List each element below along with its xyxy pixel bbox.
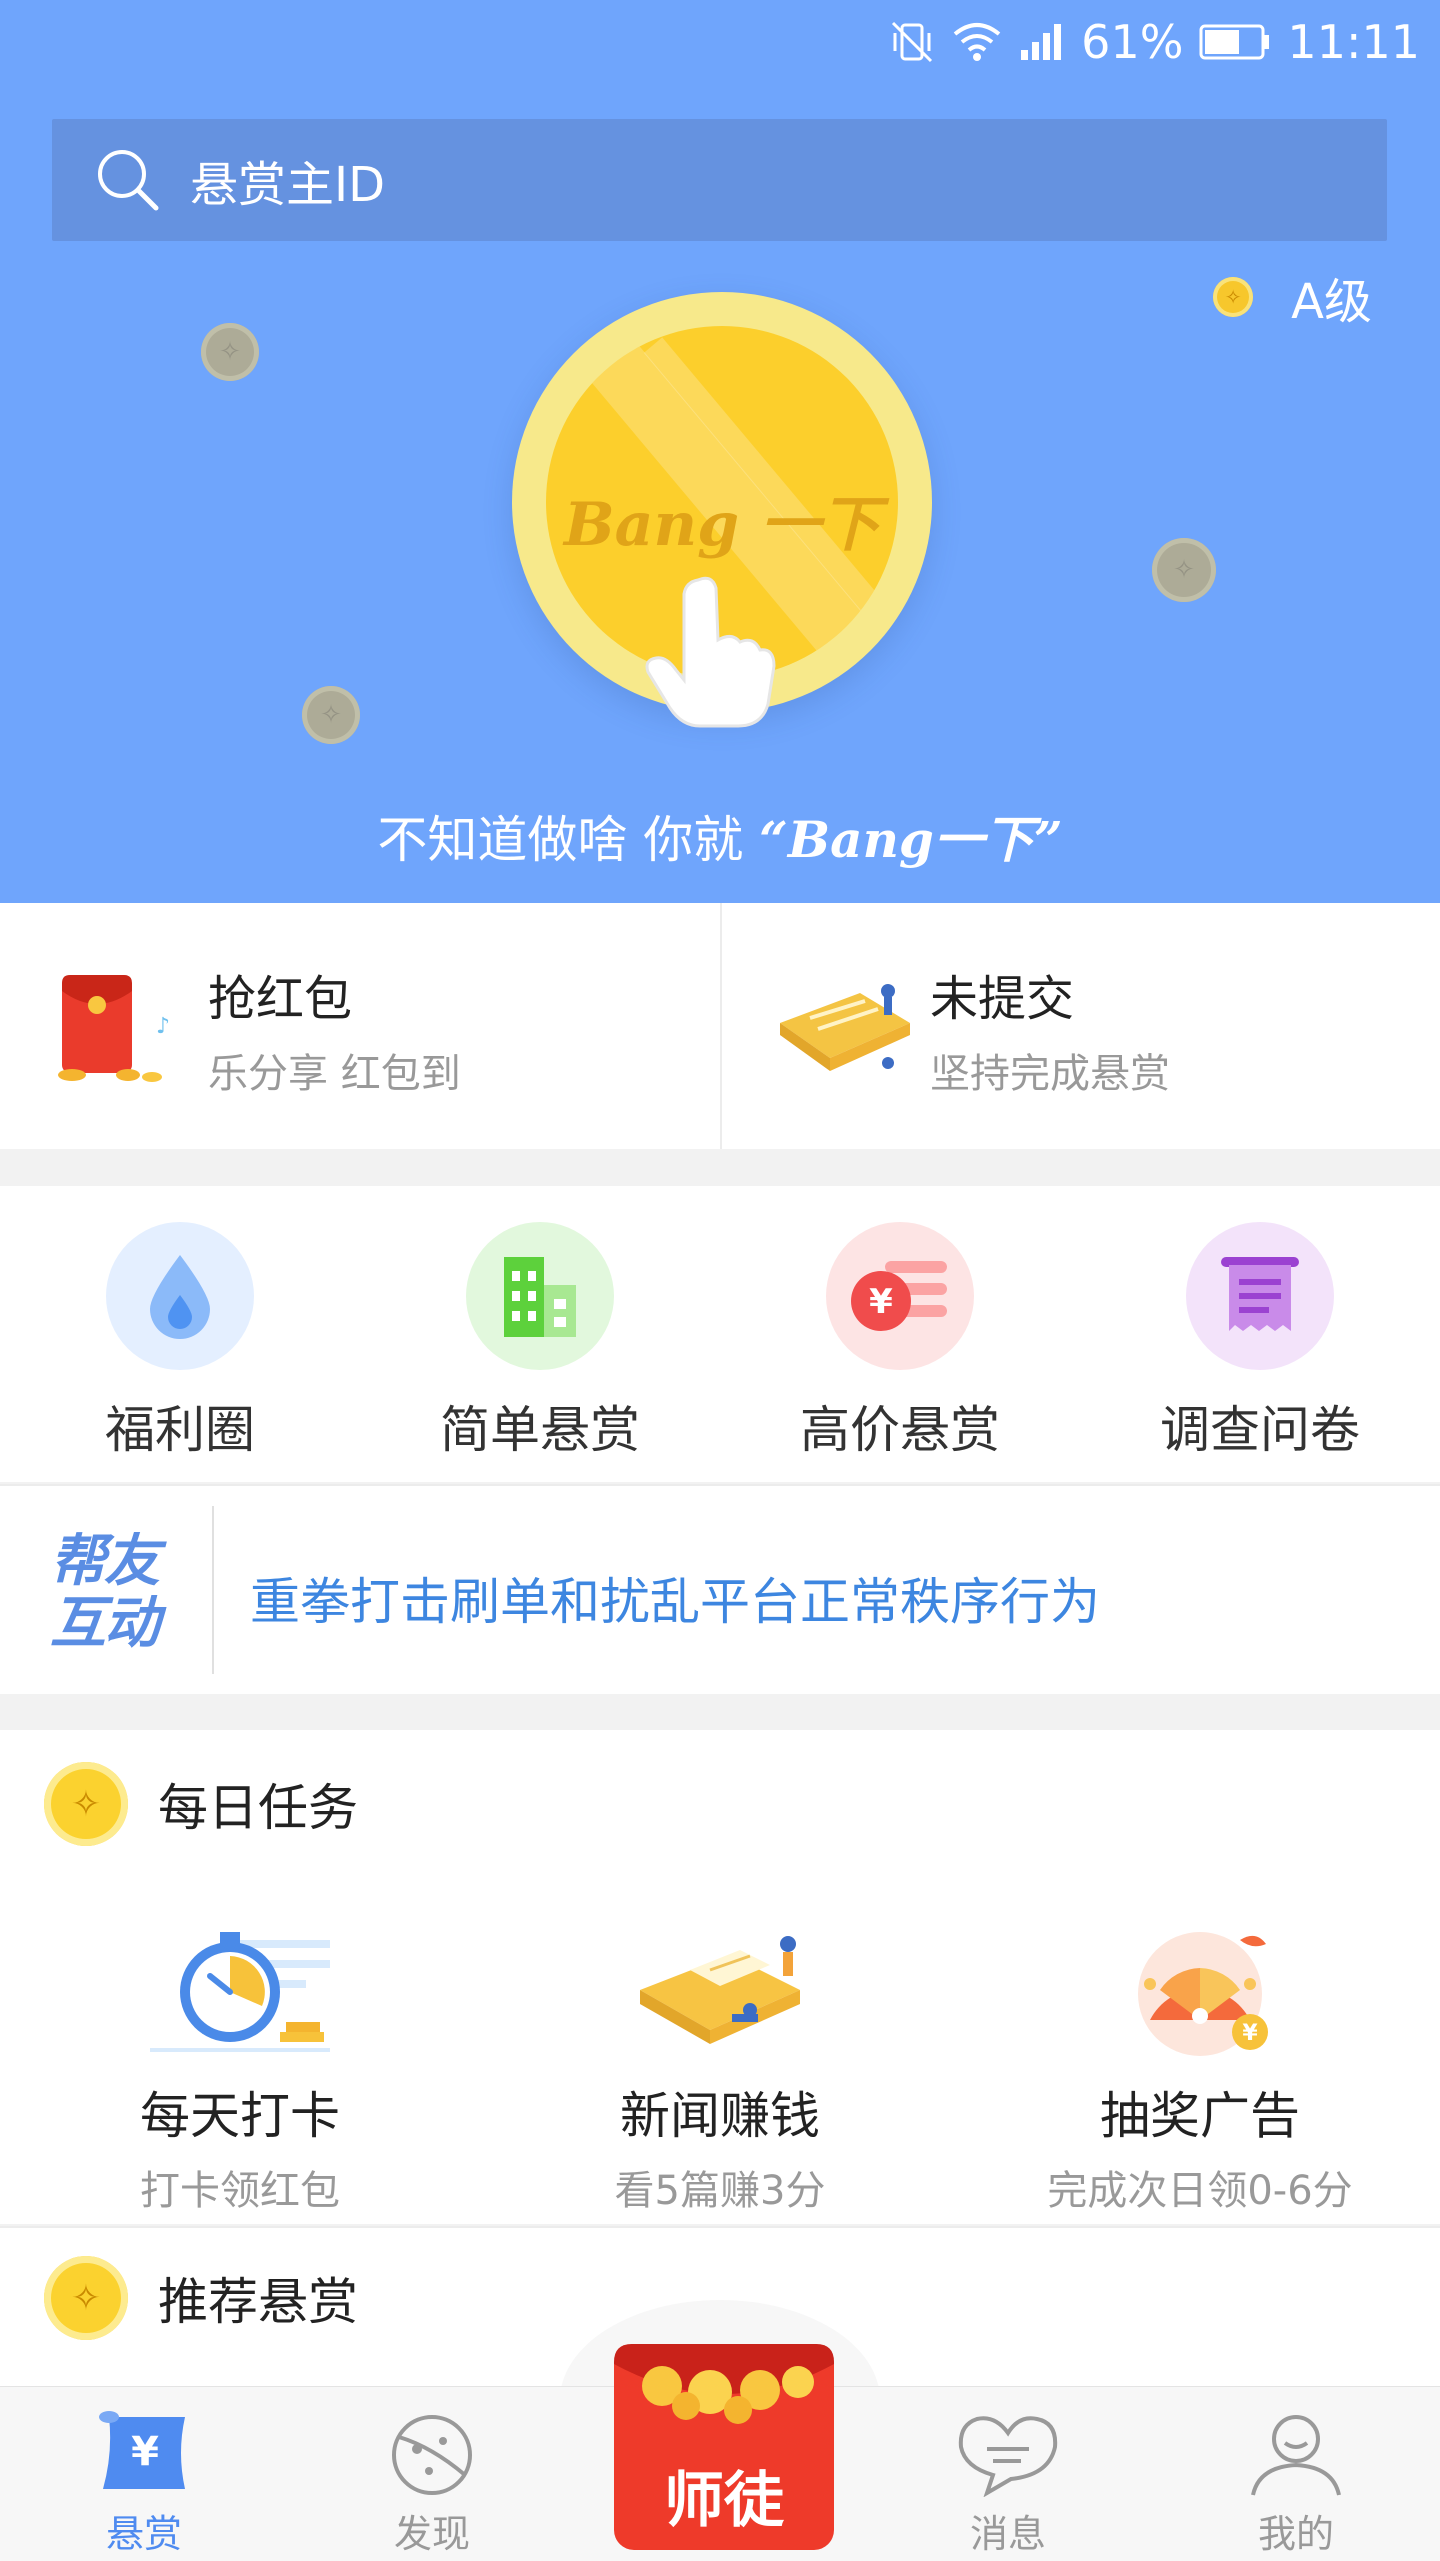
water-drop-icon <box>106 1222 254 1370</box>
announcement-text[interactable]: 重拳打击刷单和扰乱平台正常秩序行为 <box>250 1562 1100 1634</box>
unsubmitted-card[interactable]: 未提交 坚持完成悬赏 <box>722 903 1440 1149</box>
task-subtitle: 打卡领红包 <box>140 2168 340 2214</box>
buildings-icon <box>466 1222 614 1370</box>
task-checkin[interactable]: 每天打卡 打卡领红包 <box>40 1910 440 2216</box>
coin-icon: ✧ <box>44 2256 128 2340</box>
section-title: 推荐悬赏 <box>158 2273 358 2331</box>
daily-tasks-section: ✧ 每日任务 每天打卡 打卡领红包 新闻赚钱 看5篇赚3分 ¥ 抽奖广告 完成次… <box>0 1730 1440 2224</box>
task-title: 每天打卡 <box>140 2087 340 2145</box>
battery-icon <box>1199 24 1270 60</box>
category-simple[interactable]: 简单悬赏 <box>420 1222 660 1462</box>
section-header: ✧ 推荐悬赏 <box>44 2256 358 2340</box>
section-title: 每日任务 <box>158 1779 358 1837</box>
card-title: 抢红包 <box>208 971 353 1027</box>
slogan-text: 不知道做啥 你就 <box>377 811 744 869</box>
svg-text:¥: ¥ <box>131 2429 159 2475</box>
category-grid: 福利圈 简单悬赏 ¥ 高价悬赏 调查问卷 <box>0 1186 1440 1482</box>
category-label: 调查问卷 <box>1160 1401 1360 1459</box>
svg-text:¥: ¥ <box>869 1282 893 1322</box>
quick-cards: ♪ 抢红包 乐分享 红包到 未提交 坚持完成悬赏 <box>0 903 1440 1149</box>
svg-text:¥: ¥ <box>1242 2021 1258 2046</box>
coin-icon <box>1213 277 1254 317</box>
nav-label: 发现 <box>393 2512 470 2556</box>
coin-label: Bang 一下 <box>563 490 881 560</box>
yen-coin-icon: ¥ <box>826 1222 974 1370</box>
divider <box>212 1506 214 1674</box>
level-indicator[interactable]: A级 <box>1213 262 1372 332</box>
planet-icon <box>392 2415 472 2495</box>
announcement-bar[interactable]: 帮友 互动 重拳打击刷单和扰乱平台正常秩序行为 <box>0 1484 1440 1694</box>
status-bar: 61% 11:11 <box>889 14 1420 70</box>
nav-mentor[interactable]: 师徒 <box>612 2334 836 2550</box>
nav-label: 消息 <box>969 2512 1046 2556</box>
floating-coin-icon: ✧ <box>1152 538 1216 602</box>
task-lottery[interactable]: ¥ 抽奖广告 完成次日领0-6分 <box>1000 1910 1400 2216</box>
search-input[interactable]: 悬赏主ID <box>190 145 385 215</box>
category-label: 福利圈 <box>105 1401 255 1459</box>
lottery-wheel-icon: ¥ <box>1138 1932 1268 2056</box>
task-title: 抽奖广告 <box>1100 2087 1300 2145</box>
card-subtitle: 坚持完成悬赏 <box>930 1051 1170 1097</box>
category-high-price[interactable]: ¥ 高价悬赏 <box>780 1222 1020 1462</box>
vibrate-icon <box>892 21 933 63</box>
bangyou-logo: 帮友 互动 <box>50 1529 160 1656</box>
clock: 11:11 <box>1287 15 1420 69</box>
red-packet-icon: ♪ <box>58 975 170 1082</box>
search-bar[interactable]: 悬赏主ID <box>52 119 1387 241</box>
bounty-scroll-icon: ¥ <box>99 2411 185 2489</box>
pointing-hand-icon <box>645 576 776 728</box>
task-subtitle: 完成次日领0-6分 <box>1047 2168 1353 2214</box>
category-welfare[interactable]: 福利圈 <box>60 1222 300 1462</box>
task-title: 新闻赚钱 <box>620 2087 820 2145</box>
card-subtitle: 乐分享 红包到 <box>208 1051 461 1097</box>
nav-bounty[interactable]: ¥ 悬赏 <box>44 2409 244 2558</box>
nav-label: 悬赏 <box>105 2512 182 2556</box>
red-packet-card[interactable]: ♪ 抢红包 乐分享 红包到 <box>0 903 720 1149</box>
svg-text:♪: ♪ <box>156 1014 170 1039</box>
hero-slogan: 不知道做啥 你就 “Bang一下” <box>0 800 1440 872</box>
person-icon <box>1251 2415 1341 2496</box>
wifi-icon <box>953 23 1001 61</box>
task-paper-icon <box>780 984 910 1071</box>
newspaper-icon <box>640 1936 800 2044</box>
signal-icon <box>1021 24 1062 60</box>
category-label: 简单悬赏 <box>440 1401 640 1459</box>
nav-label: 我的 <box>1257 2512 1334 2556</box>
nav-mine[interactable]: 我的 <box>1196 2409 1396 2558</box>
nav-label: 师徒 <box>664 2466 784 2536</box>
floating-coin-icon: ✧ <box>201 323 259 381</box>
level-label: A级 <box>1291 274 1372 330</box>
coin-icon: ✧ <box>44 1762 128 1846</box>
chat-heart-icon <box>958 2416 1058 2498</box>
scroll-icon <box>1186 1222 1334 1370</box>
stopwatch-icon <box>150 1932 330 2052</box>
nav-discover[interactable]: 发现 <box>332 2409 532 2558</box>
floating-coin-icon: ✧ <box>302 686 360 744</box>
card-title: 未提交 <box>930 971 1075 1027</box>
nav-messages[interactable]: 消息 <box>908 2409 1108 2558</box>
task-news[interactable]: 新闻赚钱 看5篇赚3分 <box>520 1910 920 2216</box>
slogan-brand: “Bang一下” <box>759 810 1063 869</box>
section-header: ✧ 每日任务 <box>44 1762 358 1846</box>
hero-banner: 61% 11:11 悬赏主ID A级 ✧ ✧ ✧ Bang 一下 不知道做啥 你… <box>0 0 1440 903</box>
category-survey[interactable]: 调查问卷 <box>1140 1222 1380 1462</box>
battery-percent: 61% <box>1081 15 1184 69</box>
search-icon <box>98 150 159 211</box>
task-subtitle: 看5篇赚3分 <box>614 2168 826 2214</box>
category-label: 高价悬赏 <box>800 1401 1000 1459</box>
